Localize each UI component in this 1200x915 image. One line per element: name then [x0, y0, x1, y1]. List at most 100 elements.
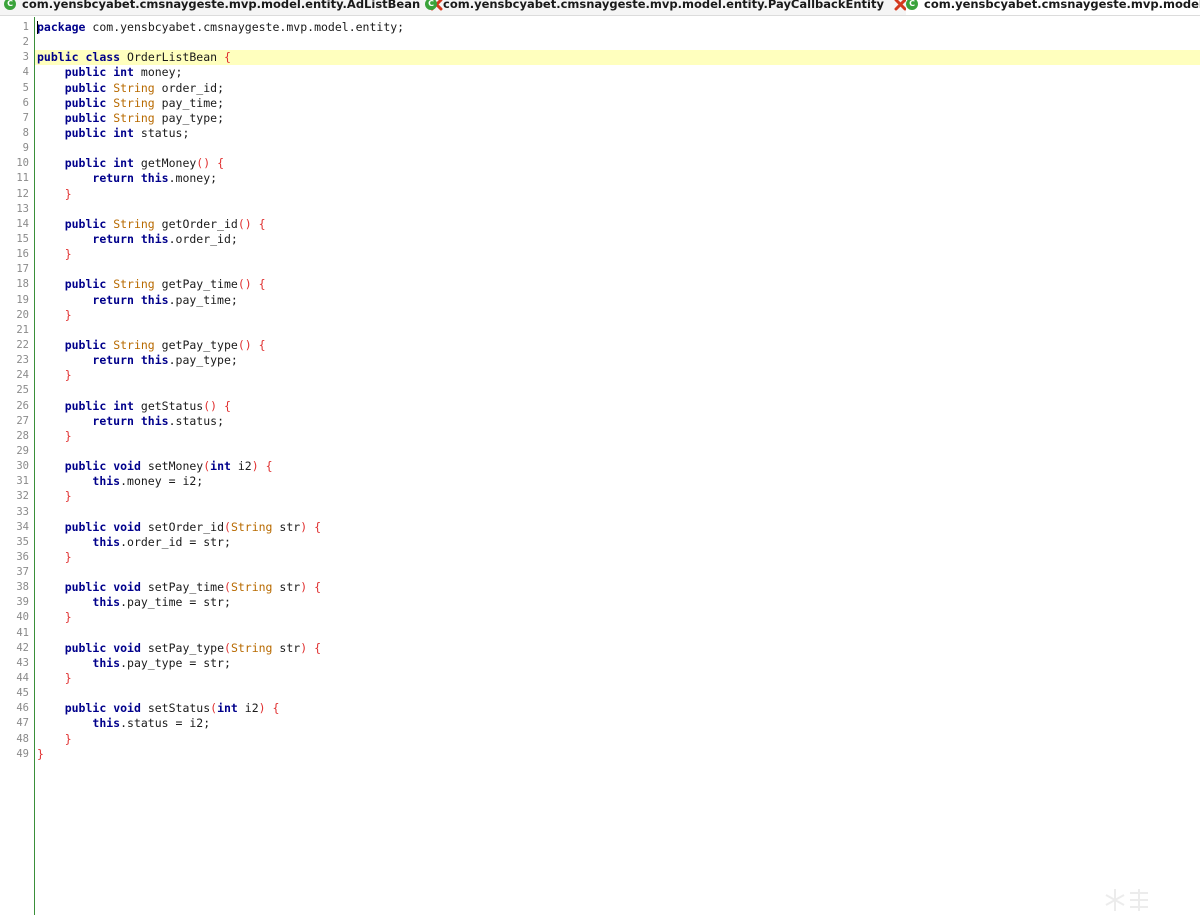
- code-line[interactable]: public void setPay_type(String str) {: [37, 641, 1200, 656]
- code-line[interactable]: }: [37, 550, 1200, 565]
- line-number: 35: [16, 535, 29, 548]
- line-number: 48: [16, 732, 29, 745]
- code-line[interactable]: }: [37, 187, 1200, 202]
- code-line[interactable]: }: [37, 671, 1200, 686]
- line-number: 44: [16, 672, 29, 685]
- code-line[interactable]: [37, 505, 1200, 520]
- line-number: 9: [22, 142, 29, 155]
- code-line[interactable]: public String getPay_time() {: [37, 277, 1200, 292]
- tab-orderlistbean-active[interactable]: C com.yensbcyabet.cmsnaygeste.mvp.model.…: [906, 0, 1200, 15]
- line-number: 24: [16, 369, 29, 382]
- code-line[interactable]: [37, 686, 1200, 701]
- code-line[interactable]: [37, 444, 1200, 459]
- code-line[interactable]: public int money;: [37, 65, 1200, 80]
- code-area[interactable]: package com.yensbcyabet.cmsnaygeste.mvp.…: [35, 20, 1200, 762]
- code-line[interactable]: public String getOrder_id() {: [37, 217, 1200, 232]
- code-line[interactable]: [37, 383, 1200, 398]
- code-line[interactable]: public void setPay_time(String str) {: [37, 580, 1200, 595]
- code-line[interactable]: }: [37, 747, 1200, 762]
- line-number: 28: [16, 429, 29, 442]
- line-number: 49: [16, 747, 29, 760]
- code-line[interactable]: this.order_id = str;: [37, 535, 1200, 550]
- line-number: 3: [22, 51, 29, 64]
- code-line[interactable]: public int getMoney() {: [37, 156, 1200, 171]
- line-numbers: 1 2 3 4 5 6 7 8 9 10 11 12 13 14 15 16 17 18 19 20 21 22 23 24 2…: [0, 20, 29, 762]
- line-number: 40: [16, 611, 29, 624]
- tab-title: com.yensbcyabet.cmsnaygeste.mvp.model.en…: [924, 0, 1200, 11]
- line-number: 45: [16, 687, 29, 700]
- code-line[interactable]: }: [37, 732, 1200, 747]
- code-line[interactable]: this.money = i2;: [37, 474, 1200, 489]
- line-number: 41: [16, 626, 29, 639]
- code-line[interactable]: public String getPay_type() {: [37, 338, 1200, 353]
- line-number: 39: [16, 596, 29, 609]
- code-line[interactable]: public String pay_type;: [37, 111, 1200, 126]
- editor-tab-bar: C com.yensbcyabet.cmsnaygeste.mvp.model.…: [0, 0, 1200, 16]
- line-number: 20: [16, 308, 29, 321]
- class-icon: C: [425, 0, 437, 10]
- code-line[interactable]: this.pay_time = str;: [37, 595, 1200, 610]
- code-line[interactable]: this.pay_type = str;: [37, 656, 1200, 671]
- line-number: 37: [16, 566, 29, 579]
- line-number: 1: [22, 21, 29, 33]
- line-number: 7: [22, 111, 29, 124]
- tab-paycallbackentity[interactable]: C com.yensbcyabet.cmsnaygeste.mvp.model.…: [425, 0, 907, 15]
- line-number: 27: [16, 414, 29, 427]
- line-number: 2: [22, 36, 29, 49]
- code-line[interactable]: public int status;: [37, 126, 1200, 141]
- code-line[interactable]: [37, 141, 1200, 156]
- line-number: 17: [16, 263, 29, 276]
- code-line[interactable]: this.status = i2;: [37, 716, 1200, 731]
- line-number: 47: [16, 717, 29, 730]
- class-icon: C: [906, 0, 918, 10]
- line-number: 21: [16, 323, 29, 336]
- line-number: 14: [16, 217, 29, 230]
- code-line[interactable]: public void setMoney(int i2) {: [37, 459, 1200, 474]
- code-line[interactable]: [37, 626, 1200, 641]
- tab-title: com.yensbcyabet.cmsnaygeste.mvp.model.en…: [443, 0, 884, 11]
- code-line[interactable]: }: [37, 368, 1200, 383]
- line-number: 16: [16, 248, 29, 261]
- line-number: 33: [16, 505, 29, 518]
- code-line[interactable]: [37, 202, 1200, 217]
- code-line[interactable]: package com.yensbcyabet.cmsnaygeste.mvp.…: [37, 20, 1200, 35]
- code-line[interactable]: [37, 35, 1200, 50]
- line-number: 29: [16, 444, 29, 457]
- line-number: 46: [16, 702, 29, 715]
- code-line[interactable]: }: [37, 308, 1200, 323]
- code-editor[interactable]: 1 2 3 4 5 6 7 8 9 10 11 12 13 14 15 16 17 18 19 20 21 22 23 24 2…: [0, 17, 1200, 915]
- code-line[interactable]: public class OrderListBean {: [35, 50, 1200, 66]
- tab-title: com.yensbcyabet.cmsnaygeste.mvp.model.en…: [22, 0, 421, 11]
- code-line[interactable]: return this.pay_time;: [37, 293, 1200, 308]
- close-icon[interactable]: [894, 0, 907, 11]
- code-line[interactable]: public void setOrder_id(String str) {: [37, 520, 1200, 535]
- watermark-logo: [1105, 889, 1148, 911]
- line-number: 11: [16, 172, 29, 185]
- line-number: 22: [16, 338, 29, 351]
- line-number: 8: [22, 126, 29, 139]
- code-line[interactable]: public String pay_time;: [37, 96, 1200, 111]
- code-line[interactable]: [37, 323, 1200, 338]
- code-line[interactable]: return this.order_id;: [37, 232, 1200, 247]
- code-line[interactable]: return this.money;: [37, 171, 1200, 186]
- code-line[interactable]: public int getStatus() {: [37, 399, 1200, 414]
- code-line[interactable]: return this.status;: [37, 414, 1200, 429]
- line-number: 38: [16, 581, 29, 594]
- code-line[interactable]: }: [37, 489, 1200, 504]
- code-line[interactable]: public void setStatus(int i2) {: [37, 701, 1200, 716]
- line-number: 23: [16, 354, 29, 367]
- line-number: 10: [16, 157, 29, 170]
- code-line[interactable]: [37, 565, 1200, 580]
- code-line[interactable]: return this.pay_type;: [37, 353, 1200, 368]
- code-line[interactable]: }: [37, 610, 1200, 625]
- line-number: 18: [16, 278, 29, 291]
- line-number: 12: [16, 187, 29, 200]
- tab-adlistbean[interactable]: C com.yensbcyabet.cmsnaygeste.mvp.model.…: [4, 0, 443, 15]
- code-line[interactable]: }: [37, 247, 1200, 262]
- code-line[interactable]: public String order_id;: [37, 81, 1200, 96]
- code-line[interactable]: [37, 262, 1200, 277]
- line-number: 31: [16, 475, 29, 488]
- gutter-divider: [34, 17, 35, 915]
- code-line[interactable]: }: [37, 429, 1200, 444]
- line-number: 30: [16, 460, 29, 473]
